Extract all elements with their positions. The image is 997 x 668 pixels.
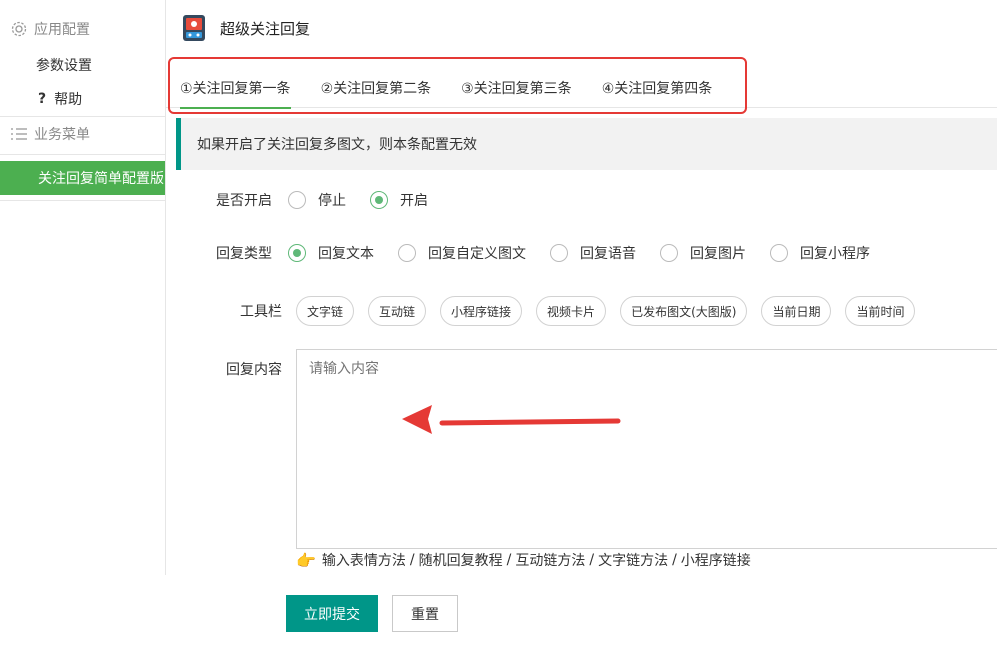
app-logo-icon [183,15,205,41]
help-link-emoji[interactable]: 输入表情方法 [322,550,406,570]
notice-banner: 如果开启了关注回复多图文，则本条配置无效 [176,118,997,170]
reply-type-row: 回复类型 回复文本 回复自定义图文 回复语音 回复图片 回复小程序 [216,243,894,263]
list-icon [10,125,28,143]
sidebar-item-follow-reply-simple[interactable]: 关注回复简单配置版 [0,161,165,195]
sidebar-section-label: 业务菜单 [34,127,90,143]
enable-label: 是否开启 [216,193,272,209]
sidebar-item-label: 参数设置 [36,58,92,74]
help-icon: ? [38,91,47,107]
enable-row: 是否开启 停止 开启 [216,190,452,210]
radio-reply-miniprogram[interactable]: 回复小程序 [770,243,870,263]
sidebar-item-params[interactable]: 参数设置 [0,48,165,82]
help-link-miniprogram[interactable]: 小程序链接 [681,550,751,570]
submit-button[interactable]: 立即提交 [286,595,378,632]
radio-circle[interactable] [398,244,416,262]
tool-miniprogram-link-button[interactable]: 小程序链接 [440,296,523,326]
sidebar-section-business-menu: 业务菜单 [0,119,165,149]
radio-enable[interactable]: 开启 [370,190,428,210]
annotation-highlight-box [168,57,747,114]
help-separator: / [409,552,415,568]
tool-current-time-button[interactable]: 当前时间 [845,296,916,326]
sidebar-item-help[interactable]: ? 帮助 [0,82,165,116]
radio-circle[interactable] [660,244,678,262]
help-separator: / [589,552,595,568]
gear-icon [10,20,28,38]
reset-button[interactable]: 重置 [392,595,458,632]
radio-circle[interactable] [550,244,568,262]
help-link-random-reply[interactable]: 随机回复教程 [419,550,503,570]
tool-published-article-button[interactable]: 已发布图文(大图版) [620,296,748,326]
radio-circle[interactable] [288,244,306,262]
tool-current-date-button[interactable]: 当前日期 [761,296,832,326]
page-title: 超级关注回复 [220,19,311,38]
page-header: 超级关注回复 [166,0,997,56]
radio-reply-text[interactable]: 回复文本 [288,243,374,263]
tool-interactive-link-button[interactable]: 互动链 [368,296,427,326]
radio-reply-voice[interactable]: 回复语音 [550,243,636,263]
sidebar-divider [0,200,165,201]
annotation-arrow-icon [402,405,621,434]
help-separator: / [672,552,677,568]
radio-stop[interactable]: 停止 [288,190,346,210]
sidebar-item-label: 帮助 [54,92,83,108]
radio-circle[interactable] [370,191,388,209]
help-separator: / [506,552,512,568]
help-links: 👉 输入表情方法 / 随机回复教程 / 互动链方法 / 文字链方法 / 小程序链… [296,550,751,570]
help-link-interactive[interactable]: 互动链方法 [515,550,585,570]
tool-video-card-button[interactable]: 视频卡片 [536,296,607,326]
toolbar-row: 工具栏 文字链 互动链 小程序链接 视频卡片 已发布图文(大图版) 当前日期 当… [240,296,929,326]
radio-circle[interactable] [770,244,788,262]
radio-circle[interactable] [288,191,306,209]
toolbar-label: 工具栏 [240,304,282,320]
sidebar-section-label: 应用配置 [34,22,90,38]
tool-text-link-button[interactable]: 文字链 [296,296,355,326]
pointing-hand-icon: 👉 [296,550,316,570]
sidebar: 应用配置 参数设置 ? 帮助 业务菜单 关注回复简单配置版 [0,0,166,575]
reply-type-label: 回复类型 [216,246,272,262]
help-link-text-link[interactable]: 文字链方法 [598,550,668,570]
content-label: 回复内容 [226,362,282,378]
reply-content-textarea[interactable] [296,349,997,549]
notice-text: 如果开启了关注回复多图文，则本条配置无效 [197,137,477,153]
radio-reply-news[interactable]: 回复自定义图文 [398,243,526,263]
radio-reply-image[interactable]: 回复图片 [660,243,746,263]
sidebar-section-app-config: 应用配置 [0,14,165,44]
